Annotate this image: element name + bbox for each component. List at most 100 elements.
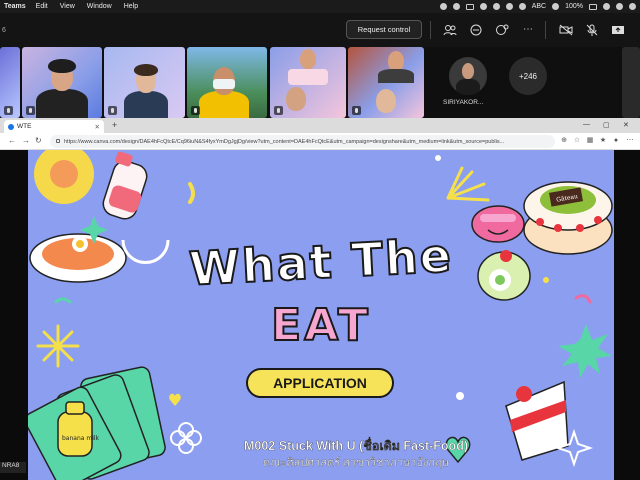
reactions-icon[interactable] xyxy=(495,23,509,37)
screen: Teams Edit View Window Help ABC 100% 6 R… xyxy=(0,0,640,480)
participant-video xyxy=(286,87,306,111)
volume-icon[interactable] xyxy=(518,3,526,10)
menu-view[interactable]: View xyxy=(60,3,75,10)
participant-video xyxy=(124,91,168,118)
menubar-status: ABC 100% xyxy=(439,3,636,10)
presentation-slide[interactable]: Gâteau banana milk What The EAT APPLICAT… xyxy=(28,150,614,480)
search-icon[interactable] xyxy=(616,3,623,10)
participant-video xyxy=(134,64,158,76)
toolbar-divider xyxy=(430,21,431,39)
mic-muted-icon xyxy=(191,106,200,115)
participant-video xyxy=(48,59,76,73)
participant-video xyxy=(288,69,328,85)
bottle-label: banana milk xyxy=(62,435,100,442)
dot-sticker xyxy=(435,155,441,161)
forward-icon[interactable]: → xyxy=(22,136,30,145)
request-control-button[interactable]: Request control xyxy=(346,20,422,39)
toolbar-divider xyxy=(545,21,546,39)
menu-icon[interactable]: ⋯ xyxy=(626,137,634,145)
app-menu[interactable]: Teams xyxy=(4,3,26,10)
control-center-icon[interactable] xyxy=(629,3,636,10)
participant-video xyxy=(376,89,396,113)
mic-muted-icon xyxy=(274,106,283,115)
sunburst-sticker xyxy=(446,166,490,202)
self-view-tile[interactable] xyxy=(622,47,640,118)
participant-strip: SIRIYAKOR... +246 xyxy=(0,47,640,118)
participant-video xyxy=(388,51,404,71)
mic-off-icon[interactable] xyxy=(585,23,599,37)
participant-name: NRA8 xyxy=(0,462,26,473)
star-icon[interactable]: ☆ xyxy=(573,137,581,145)
cloud-icon[interactable] xyxy=(439,3,447,10)
back-icon[interactable]: ← xyxy=(8,136,16,145)
browser-tab[interactable]: WTE ✕ xyxy=(4,120,104,133)
reload-icon[interactable]: ↻ xyxy=(35,136,42,145)
participant-tile[interactable] xyxy=(0,47,20,118)
participant-video xyxy=(462,63,474,79)
browser-tabbar: WTE ✕ + — ▢ ✕ xyxy=(0,118,640,133)
profile-icon[interactable]: ● xyxy=(612,137,620,145)
participant-avatar[interactable] xyxy=(449,57,487,95)
mic-muted-icon xyxy=(26,106,35,115)
people-icon[interactable] xyxy=(443,23,457,37)
slide-title-line2: EAT xyxy=(270,299,371,352)
screen-share-area: Gâteau banana milk What The EAT APPLICAT… xyxy=(0,150,640,480)
camera-off-icon[interactable] xyxy=(559,23,573,37)
zoom-icon[interactable]: ⊕ xyxy=(560,137,568,145)
participant-video xyxy=(456,79,480,95)
mic-muted-icon xyxy=(4,106,13,115)
close-window-icon[interactable]: ✕ xyxy=(623,121,629,129)
more-participants-button[interactable]: +246 xyxy=(509,57,547,95)
new-tab-button[interactable]: + xyxy=(112,120,117,130)
mic-muted-icon xyxy=(352,106,361,115)
faculty-name: คณะศิลปศาสตร์ สาขาวิชาภาษาอังกฤษ xyxy=(263,457,449,469)
meeting-toolbar: 6 Request control ⋯ xyxy=(0,13,640,47)
battery-percent: 100% xyxy=(565,3,583,10)
participant-tile[interactable] xyxy=(348,47,424,118)
participant-tile[interactable] xyxy=(187,47,267,118)
menu-window[interactable]: Window xyxy=(87,3,112,10)
screen-icon[interactable] xyxy=(552,3,560,10)
sync-icon[interactable] xyxy=(452,3,460,10)
participant-tile[interactable] xyxy=(22,47,102,118)
flower-outline-sticker xyxy=(170,422,202,454)
participant-tile[interactable] xyxy=(270,47,346,118)
meeting-duration: 6 xyxy=(2,26,6,34)
heart-sticker xyxy=(169,393,181,406)
participant-video xyxy=(213,79,235,89)
menu-help[interactable]: Help xyxy=(124,3,138,10)
participant-video xyxy=(378,69,414,83)
participant-video xyxy=(199,91,249,118)
maximize-icon[interactable]: ▢ xyxy=(603,121,610,129)
teams-status-icon[interactable] xyxy=(479,3,487,10)
minimize-icon[interactable]: — xyxy=(583,121,590,128)
participant-video xyxy=(36,89,88,118)
collections-icon[interactable]: ▦ xyxy=(586,137,594,145)
camera-status-icon[interactable] xyxy=(465,3,474,10)
wifi-icon[interactable] xyxy=(603,3,610,10)
dot-sticker xyxy=(456,392,464,400)
bluetooth-icon[interactable] xyxy=(505,3,513,10)
play-icon[interactable] xyxy=(492,3,500,10)
banana-milk-sticker: banana milk xyxy=(28,366,166,480)
squiggle-sticker xyxy=(188,182,195,204)
lock-icon[interactable] xyxy=(56,139,60,143)
menu-edit[interactable]: Edit xyxy=(36,3,48,10)
participant-name: SIRIYAKOR... xyxy=(443,99,484,106)
dot-sticker xyxy=(543,277,549,283)
battery-icon[interactable] xyxy=(589,3,597,10)
close-tab-icon[interactable]: ✕ xyxy=(95,123,100,131)
input-source-label[interactable]: ABC xyxy=(532,3,546,10)
tab-title: WTE xyxy=(17,123,32,130)
application-badge: APPLICATION xyxy=(246,368,394,398)
participant-tile[interactable] xyxy=(104,47,185,118)
address-bar[interactable]: https://www.canva.com/design/DAE4hFcQtcE… xyxy=(50,135,555,148)
share-screen-icon[interactable] xyxy=(611,23,625,37)
tab-favicon-icon xyxy=(8,123,14,130)
flower-sticker xyxy=(34,150,94,204)
favorites-icon[interactable]: ★ xyxy=(599,137,607,145)
mac-menubar: Teams Edit View Window Help ABC 100% xyxy=(0,0,640,13)
chat-icon[interactable] xyxy=(469,23,483,37)
more-options-icon[interactable]: ⋯ xyxy=(521,23,535,37)
participant-video xyxy=(300,49,316,69)
